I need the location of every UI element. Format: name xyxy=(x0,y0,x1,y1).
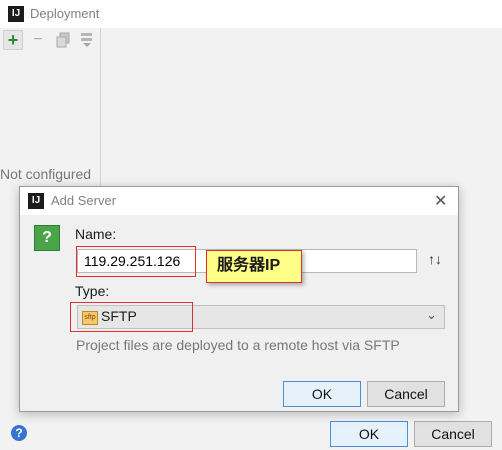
add-server-ok-button[interactable]: OK xyxy=(283,381,361,407)
deployment-ok-button[interactable]: OK xyxy=(330,421,408,447)
server-ip-annotation: 服务器IP xyxy=(206,250,302,283)
copy-icon[interactable] xyxy=(54,32,72,50)
chevron-down-icon[interactable]: ⌄ xyxy=(426,307,437,323)
add-server-title: Add Server xyxy=(51,193,117,208)
type-label: Type: xyxy=(75,283,110,299)
close-icon[interactable]: ✕ xyxy=(434,191,447,211)
deployment-window-title: Deployment xyxy=(30,6,100,21)
add-server-dialog: IJ Add Server ✕ ? Name: 服务器IP ↑↓ Type: s… xyxy=(19,186,459,412)
deployment-cancel-button[interactable]: Cancel xyxy=(414,421,492,447)
add-server-button[interactable]: + xyxy=(3,30,23,50)
type-description: Project files are deployed to a remote h… xyxy=(76,337,400,353)
not-configured-text: Not configured xyxy=(0,166,92,182)
question-icon: ? xyxy=(34,225,60,251)
name-highlight-box xyxy=(76,246,196,277)
move-icon[interactable] xyxy=(78,32,96,50)
type-highlight-box xyxy=(70,302,193,332)
sort-arrows-icon[interactable]: ↑↓ xyxy=(428,251,442,267)
remove-server-button[interactable]: − xyxy=(29,31,47,49)
help-icon[interactable]: ? xyxy=(11,425,27,441)
add-server-cancel-button[interactable]: Cancel xyxy=(367,381,445,407)
intellij-app-icon: IJ xyxy=(8,6,24,22)
name-label: Name: xyxy=(75,226,117,242)
intellij-app-icon: IJ xyxy=(28,193,44,209)
